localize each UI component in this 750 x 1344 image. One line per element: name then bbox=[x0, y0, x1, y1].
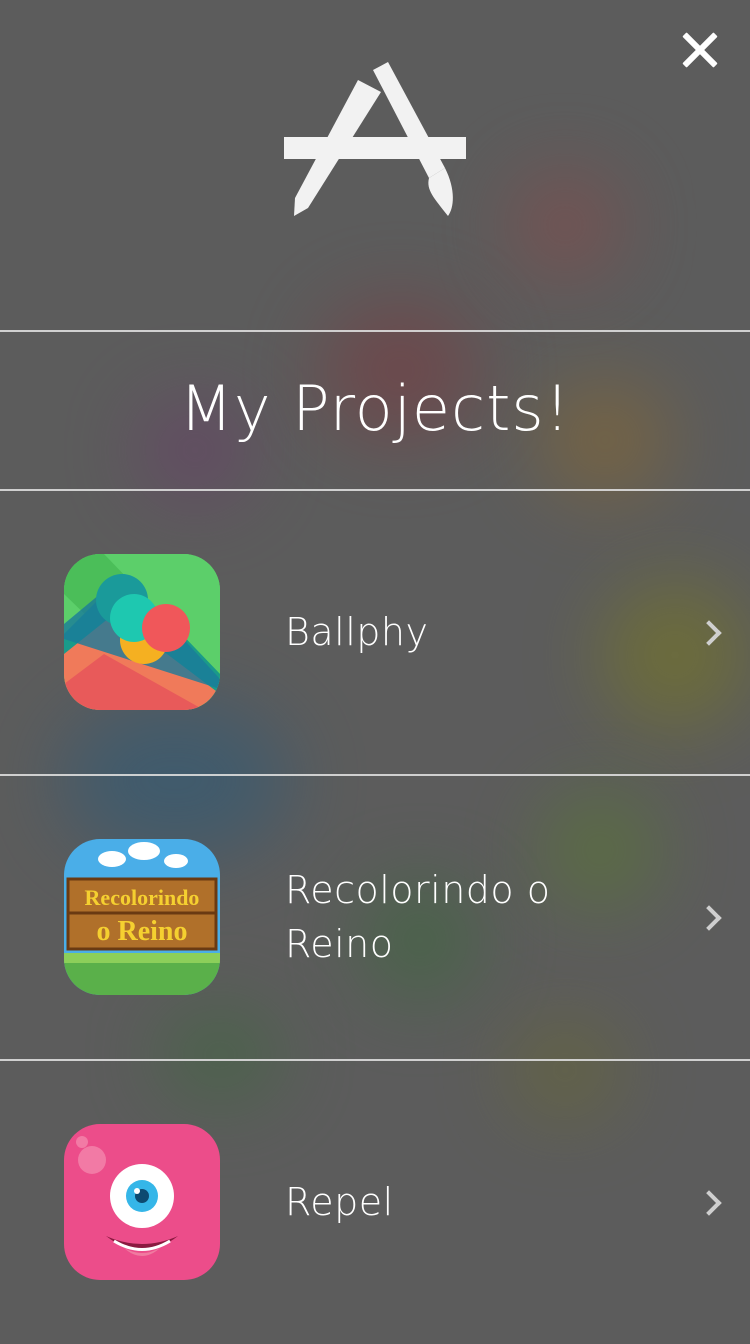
page-title: My Projects! bbox=[179, 372, 571, 445]
icon-text: Recolorindo bbox=[85, 885, 200, 910]
app-store-logo-icon bbox=[284, 62, 466, 216]
project-name: Repel bbox=[285, 1180, 394, 1224]
project-name: Ballphy bbox=[285, 610, 429, 654]
background-blob bbox=[510, 170, 620, 280]
project-row-recolorindo-o-reino[interactable]: Recolorindo o Reino Recolorindo o Reino bbox=[0, 775, 750, 1059]
repel-app-icon bbox=[64, 1124, 220, 1280]
icon-text: o Reino bbox=[97, 916, 188, 947]
divider bbox=[0, 330, 750, 332]
project-name: Recolorindo o Reino bbox=[285, 868, 551, 966]
project-row-repel[interactable]: Repel bbox=[0, 1060, 750, 1344]
chevron-right-icon bbox=[696, 1190, 722, 1216]
ballphy-app-icon bbox=[64, 554, 220, 710]
recolorindo-o-reino-app-icon: Recolorindo o Reino bbox=[64, 839, 220, 995]
close-button[interactable] bbox=[676, 26, 724, 74]
chevron-right-icon bbox=[696, 620, 722, 646]
chevron-right-icon bbox=[696, 905, 722, 931]
project-row-ballphy[interactable]: Ballphy bbox=[0, 490, 750, 774]
